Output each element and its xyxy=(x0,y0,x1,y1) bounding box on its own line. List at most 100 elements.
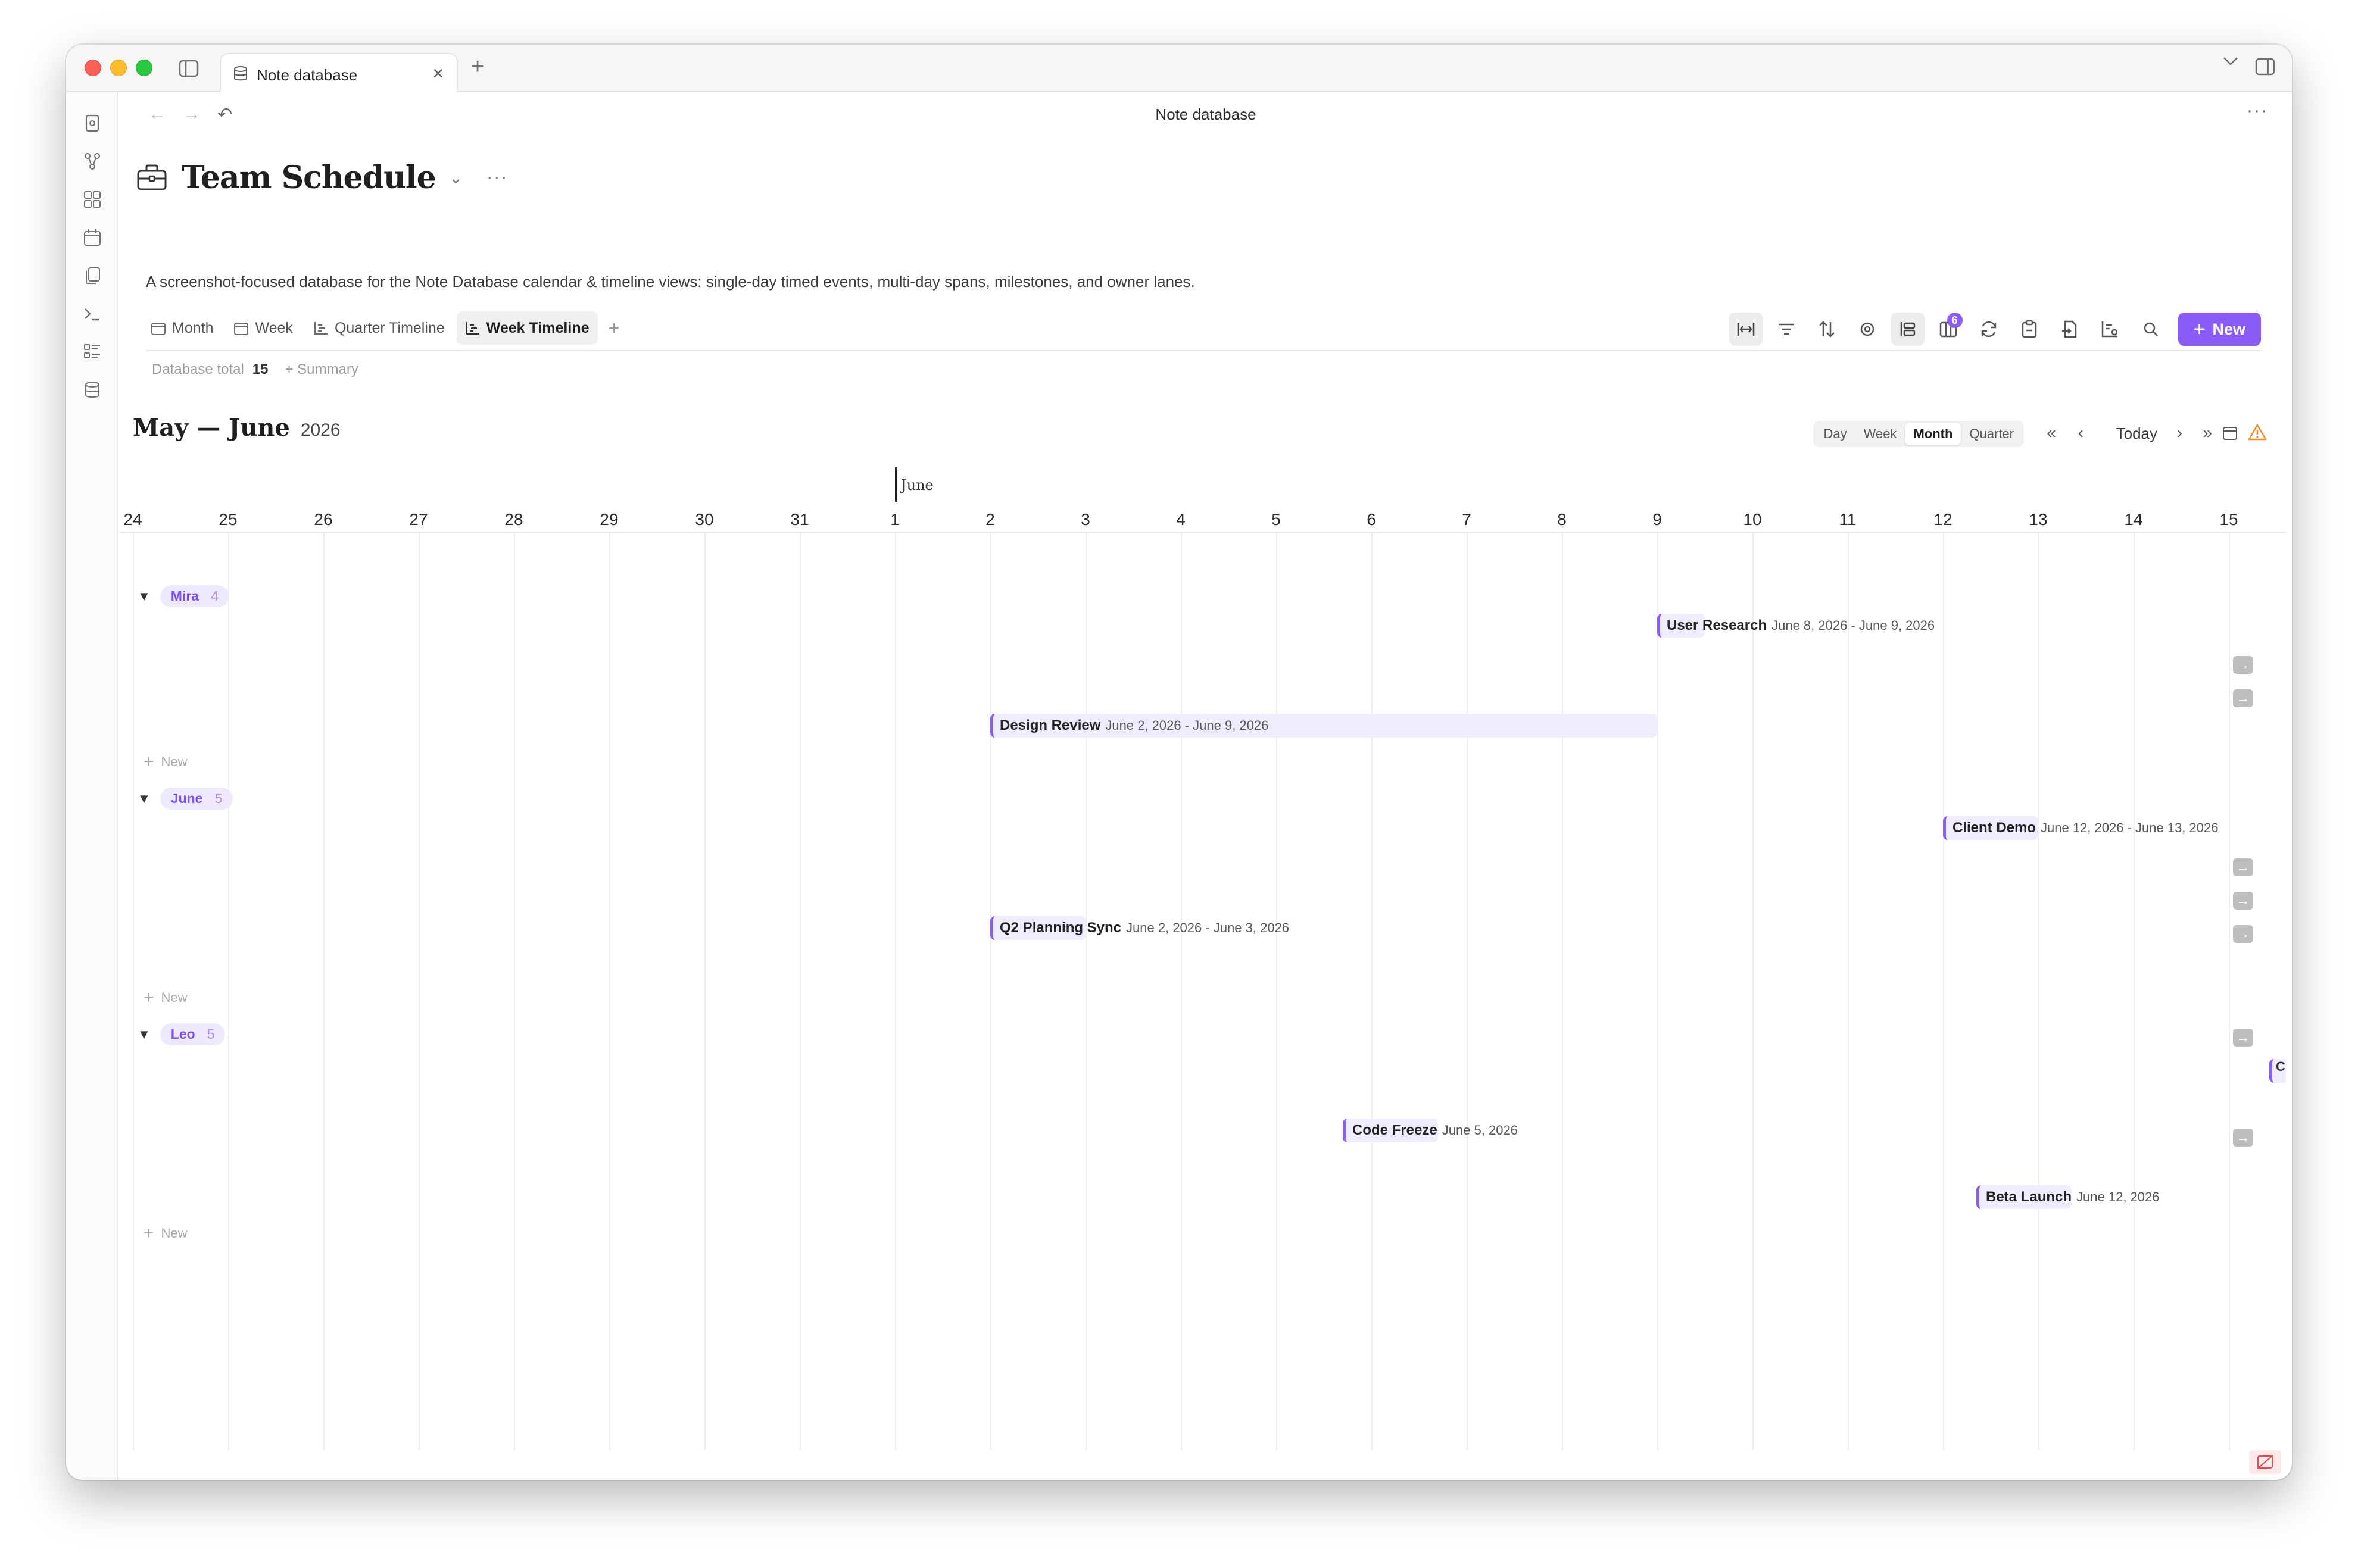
collapse-triangle-icon[interactable]: ▼ xyxy=(138,1027,151,1042)
event-client-demo[interactable]: Client Demo June 12, 2026 - June 13, 202… xyxy=(1943,816,2218,840)
plus-icon: + xyxy=(144,752,154,771)
event-dates: June 12, 2026 xyxy=(2076,1189,2160,1204)
sort-icon[interactable] xyxy=(1810,313,1844,346)
new-tab-icon[interactable]: + xyxy=(471,54,484,80)
database-icon[interactable] xyxy=(83,380,102,399)
tab-week-timeline[interactable]: Week Timeline xyxy=(456,311,598,345)
tab-note-database[interactable]: Note database × xyxy=(220,53,458,92)
group-name: Leo xyxy=(170,1026,195,1042)
columns-icon[interactable]: 6 xyxy=(1932,313,1965,346)
list-icon[interactable] xyxy=(83,342,102,361)
fit-width-icon[interactable] xyxy=(1729,313,1763,346)
day-gridline xyxy=(609,532,610,1450)
scroll-to-event-icon[interactable]: → xyxy=(2233,925,2253,943)
event-code-freeze[interactable]: Code Freeze June 5, 2026 xyxy=(1343,1119,1518,1142)
day-gridline xyxy=(419,532,420,1450)
event-design-review[interactable]: Design Review June 2, 2026 - June 9, 202… xyxy=(990,714,1657,738)
tab-month-label: Month xyxy=(172,319,214,336)
event-q2-planning-sync[interactable]: Q2 Planning Sync June 2, 2026 - June 3, … xyxy=(990,916,1289,940)
filter-icon[interactable] xyxy=(1770,313,1803,346)
tab-month[interactable]: Month xyxy=(142,311,222,345)
add-row-label: New xyxy=(161,1226,188,1241)
right-sidebar-toggle-icon[interactable] xyxy=(2255,58,2275,76)
zoom-quarter-button[interactable]: Quarter xyxy=(1961,423,2022,445)
scroll-to-event-icon[interactable]: → xyxy=(2233,656,2253,674)
sidebar-toggle-icon[interactable] xyxy=(178,58,199,79)
next-icon[interactable]: › xyxy=(2177,423,2182,442)
scroll-to-event-icon[interactable]: → xyxy=(2233,689,2253,707)
jump-forward-icon[interactable]: » xyxy=(2203,423,2212,442)
jump-back-icon[interactable]: « xyxy=(2047,423,2056,442)
group-header-leo[interactable]: ▼ Leo 5 xyxy=(138,1023,226,1045)
view-more-icon[interactable]: ··· xyxy=(2247,101,2268,121)
group-by-icon[interactable] xyxy=(1891,313,1925,346)
zoom-window-button[interactable] xyxy=(136,60,152,76)
search-icon[interactable] xyxy=(2134,313,2167,346)
collapse-triangle-icon[interactable]: ▼ xyxy=(138,791,151,807)
day-label: 24 xyxy=(123,510,142,529)
add-row-button[interactable]: + New xyxy=(144,988,188,1008)
chart-settings-icon[interactable] xyxy=(2094,313,2127,346)
close-window-button[interactable] xyxy=(85,60,101,76)
clipboard-icon[interactable] xyxy=(2013,313,2046,346)
title-more-icon[interactable]: ··· xyxy=(486,167,508,188)
warning-icon[interactable] xyxy=(2248,423,2267,441)
day-gridline xyxy=(1752,532,1754,1450)
refresh-icon[interactable] xyxy=(1972,313,2005,346)
day-label: 26 xyxy=(314,510,333,529)
minimize-window-button[interactable] xyxy=(110,60,127,76)
day-gridline xyxy=(2134,532,2135,1450)
copy-icon[interactable] xyxy=(83,266,102,285)
new-record-button[interactable]: + New xyxy=(2178,313,2261,346)
event-beta-launch[interactable]: Beta Launch June 12, 2026 xyxy=(1976,1185,2160,1209)
day-label: 15 xyxy=(2219,510,2238,529)
zoom-month-button[interactable]: Month xyxy=(1905,423,1961,445)
day-label: 4 xyxy=(1176,510,1186,529)
tab-quarter-timeline[interactable]: Quarter Timeline xyxy=(305,311,453,345)
day-gridline xyxy=(323,532,325,1450)
tab-week[interactable]: Week xyxy=(225,311,301,345)
scroll-to-event-icon[interactable]: → xyxy=(2233,858,2253,876)
database-title[interactable]: Team Schedule xyxy=(182,160,436,196)
open-quick-switcher-icon[interactable] xyxy=(83,114,102,133)
event-title: Q2 Planning Sync xyxy=(1000,920,1122,936)
title-chevron-down-icon[interactable]: ⌄ xyxy=(449,168,463,188)
group-header-mira[interactable]: ▼ Mira 4 xyxy=(138,585,229,607)
month-marker xyxy=(895,467,897,502)
day-label: 8 xyxy=(1557,510,1567,529)
day-label: 6 xyxy=(1367,510,1376,529)
calendar-icon[interactable] xyxy=(83,228,102,247)
graph-view-icon[interactable] xyxy=(83,152,102,171)
export-icon[interactable] xyxy=(2053,313,2086,346)
timeline-icon xyxy=(466,322,479,335)
scroll-to-event-icon[interactable]: → xyxy=(2233,1129,2253,1147)
event-user-research[interactable]: User Research June 8, 2026 - June 9, 202… xyxy=(1657,614,1935,638)
scroll-to-event-icon[interactable]: → xyxy=(2233,1029,2253,1047)
scroll-to-event-icon[interactable]: → xyxy=(2233,892,2253,910)
day-gridline xyxy=(800,532,801,1450)
terminal-icon[interactable] xyxy=(83,304,102,323)
collapse-triangle-icon[interactable]: ▼ xyxy=(138,589,151,604)
zoom-week-button[interactable]: Week xyxy=(1855,423,1905,445)
day-label: 28 xyxy=(504,510,523,529)
date-range-label: May — June xyxy=(133,414,290,442)
day-gridline xyxy=(228,532,229,1450)
zoom-day-button[interactable]: Day xyxy=(1815,423,1855,445)
add-row-button[interactable]: + New xyxy=(144,1223,188,1244)
day-gridline xyxy=(1562,532,1563,1450)
view-settings-icon[interactable] xyxy=(1851,313,1884,346)
tab-close-icon[interactable]: × xyxy=(432,63,444,85)
offscreen-event[interactable]: C xyxy=(2269,1059,2286,1083)
today-button[interactable]: Today xyxy=(2116,424,2157,443)
event-dates: June 8, 2026 - June 9, 2026 xyxy=(1771,618,1935,633)
sync-off-icon[interactable] xyxy=(2249,1450,2281,1474)
add-summary-button[interactable]: + Summary xyxy=(285,361,358,378)
tab-list-chevron-icon[interactable] xyxy=(2223,57,2238,66)
previous-icon[interactable]: ‹ xyxy=(2078,423,2083,442)
calendar-icon xyxy=(234,323,249,335)
canvas-icon[interactable] xyxy=(83,190,102,209)
group-header-june[interactable]: ▼ June 5 xyxy=(138,788,233,810)
add-view-icon[interactable]: + xyxy=(609,317,620,339)
add-row-button[interactable]: + New xyxy=(144,752,188,772)
calendar-picker-icon[interactable] xyxy=(2222,424,2238,441)
